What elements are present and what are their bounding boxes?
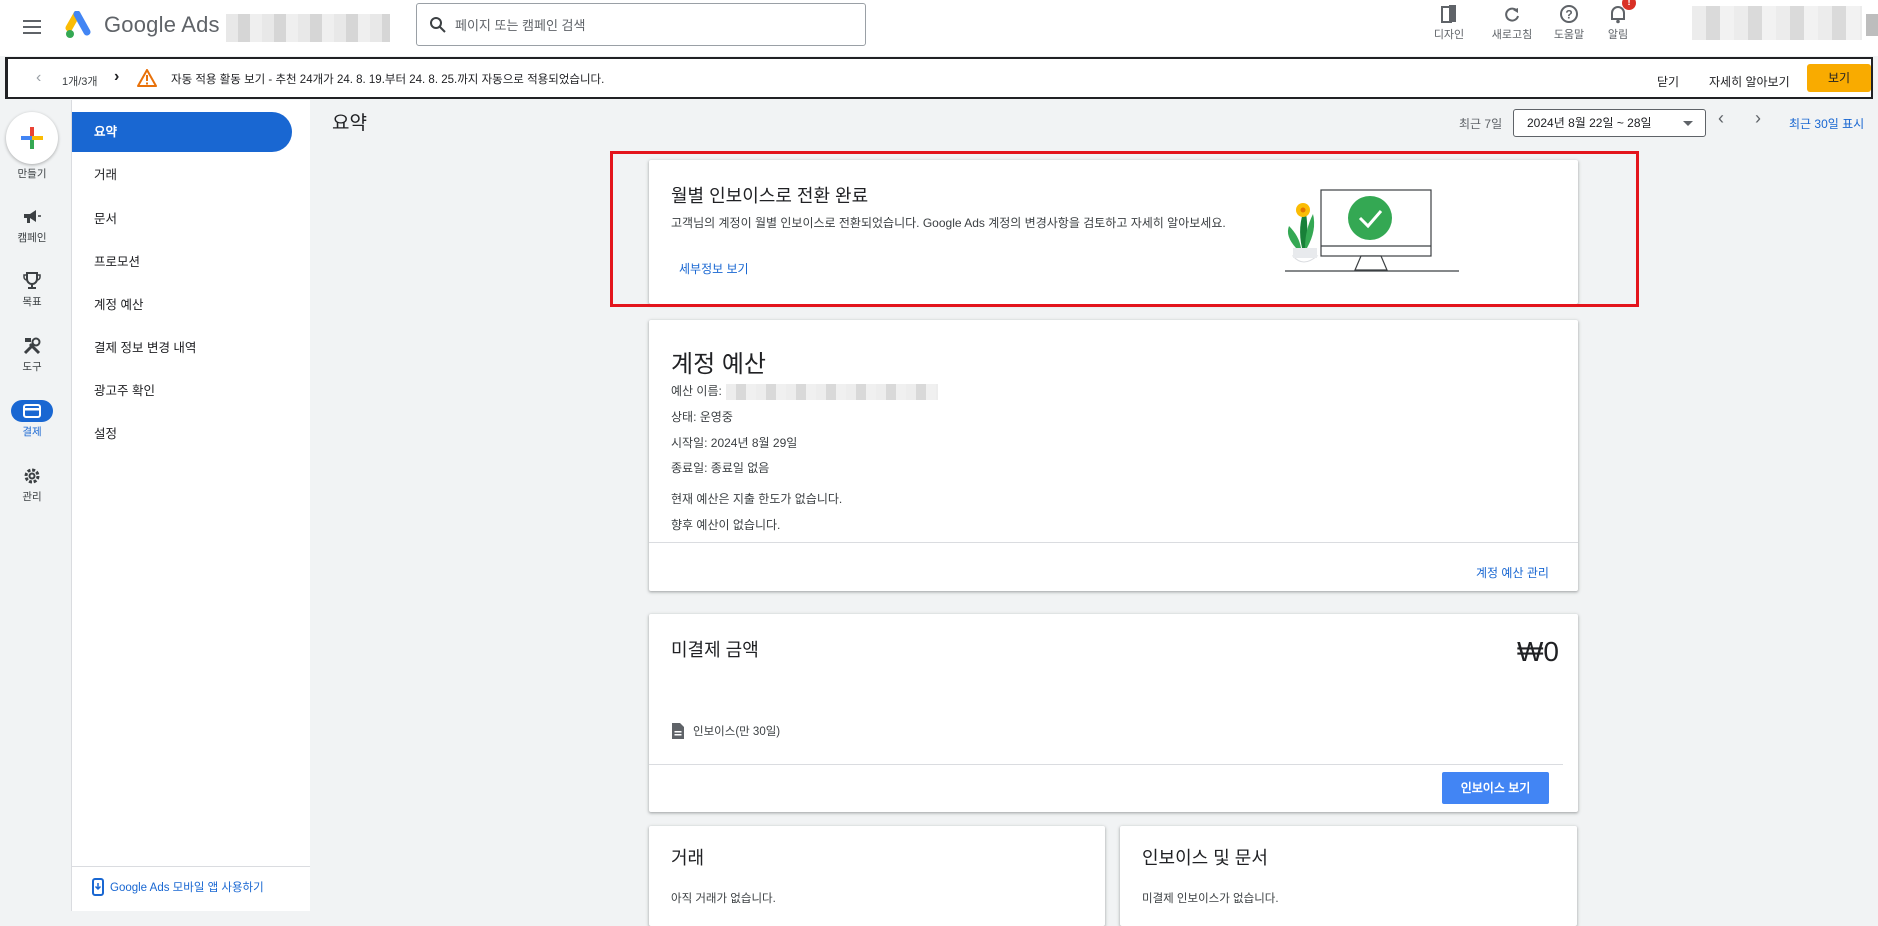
budget-start-date: 시작일: 2024년 8월 29일 — [671, 436, 798, 450]
plus-icon — [21, 127, 43, 149]
account-budget-card: 계정 예산 예산 이름: 상태: 운영중 시작일: 2024년 8월 29일 종… — [649, 320, 1578, 591]
megaphone-icon — [24, 210, 41, 223]
rail-label-goals: 목표 — [22, 296, 42, 308]
google-ads-logo-icon — [65, 11, 91, 38]
transactions-empty-text: 아직 거래가 없습니다. — [671, 893, 776, 905]
budget-end-date: 종료일: 종료일 없음 — [671, 461, 770, 475]
refresh-label: 새로고침 — [1491, 29, 1533, 41]
sidebar-divider — [72, 866, 310, 867]
rail-label-admin: 관리 — [22, 491, 42, 503]
transactions-title: 거래 — [671, 848, 705, 868]
mobile-app-label: Google Ads 모바일 앱 사용하기 — [110, 882, 264, 894]
invoices-empty-text: 미결제 인보이스가 없습니다. — [1142, 893, 1279, 905]
sidebar-item-settings[interactable]: 설정 — [72, 414, 292, 454]
invoice-terms-row: 인보이스(만 30일) — [671, 722, 780, 740]
menu-icon[interactable] — [20, 14, 46, 40]
invoices-documents-card: 인보이스 및 문서 미결제 인보이스가 없습니다. — [1120, 826, 1577, 926]
rail-item-tools[interactable]: 도구 — [0, 335, 64, 374]
credit-card-icon — [23, 404, 41, 418]
rail-label-billing: 결제 — [22, 426, 42, 438]
budget-name-label: 예산 이름: — [671, 384, 722, 398]
mobile-app-link[interactable]: Google Ads 모바일 앱 사용하기 — [92, 878, 264, 896]
unpaid-amount: ₩0 — [1517, 636, 1559, 667]
budget-title: 계정 예산 — [671, 351, 766, 378]
unpaid-amount-card: 미결제 금액 ₩0 인보이스(만 30일) 인보이스 보기 — [649, 614, 1578, 812]
budget-note-limit: 현재 예산은 지출 한도가 없습니다. — [671, 492, 843, 506]
document-icon — [672, 723, 684, 739]
date-range-select[interactable]: 2024년 8월 22일 ~ 28일 — [1513, 109, 1706, 137]
budget-status: 상태: 운영중 — [671, 410, 733, 424]
highlight-box — [610, 151, 1639, 307]
notification-badge: ! — [1622, 0, 1636, 10]
rail-item-goals[interactable]: 목표 — [0, 270, 64, 309]
sidebar-item-advertiser-verification[interactable]: 광고주 확인 — [72, 371, 292, 411]
date-range-value: 2024년 8월 22일 ~ 28일 — [1527, 116, 1652, 130]
create-button[interactable] — [6, 112, 58, 164]
unpaid-divider — [649, 764, 1563, 765]
user-account-redacted[interactable] — [1692, 6, 1862, 40]
sidebar-item-documents[interactable]: 문서 — [72, 199, 292, 239]
budget-name-row: 예산 이름: — [671, 382, 938, 400]
sidebar-item-promotions[interactable]: 프로모션 — [72, 242, 292, 282]
budget-name-redacted — [725, 383, 938, 400]
rail-item-billing[interactable]: 결제 — [0, 400, 64, 439]
manage-budget-link[interactable]: 계정 예산 관리 — [1476, 564, 1549, 581]
chevron-left-icon[interactable]: ‹ — [36, 69, 41, 87]
rail-item-campaigns[interactable]: 캠페인 — [0, 206, 64, 245]
page-title: 요약 — [332, 113, 367, 134]
rail-item-admin[interactable]: 관리 — [0, 465, 64, 504]
invoices-title: 인보이스 및 문서 — [1142, 848, 1268, 868]
design-button[interactable]: 디자인 — [1419, 2, 1479, 46]
search-icon — [430, 17, 446, 33]
invoice-terms-label: 인보이스(만 30일) — [693, 726, 781, 738]
sidebar-item-summary[interactable]: 요약 — [72, 112, 292, 152]
account-name-redacted[interactable] — [226, 14, 390, 42]
brand-name: Google Ads — [104, 12, 220, 37]
sidebar-item-transactions[interactable]: 거래 — [72, 155, 292, 195]
view-invoices-button[interactable]: 인보이스 보기 — [1442, 772, 1549, 804]
warning-icon — [137, 69, 157, 87]
budget-note-future: 향후 예산이 없습니다. — [671, 518, 781, 532]
unpaid-title: 미결제 금액 — [671, 640, 759, 660]
trophy-icon — [23, 272, 41, 289]
notice-learn-more-link[interactable]: 자세히 알아보기 — [1709, 73, 1790, 90]
create-label: 만들기 — [17, 168, 47, 180]
help-icon: ? — [1560, 5, 1578, 23]
tools-icon — [23, 337, 41, 355]
sidebar-item-billing-history[interactable]: 결제 정보 변경 내역 — [72, 328, 292, 368]
budget-divider — [649, 542, 1578, 543]
date-range-label: 최근 7일 — [1459, 117, 1503, 131]
rail-label-tools: 도구 — [22, 361, 42, 373]
notice-message: 자동 적용 활동 보기 - 추천 24개가 24. 8. 19.부터 24. 8… — [171, 74, 605, 86]
design-icon — [1441, 5, 1456, 23]
search-box[interactable] — [416, 3, 866, 46]
design-label: 디자인 — [1433, 29, 1465, 41]
date-prev-icon[interactable]: ‹ — [1718, 108, 1724, 129]
search-input[interactable] — [453, 12, 853, 38]
top-app-bar: Google Ads 디자인 새로고침 ? 도움말 ! 알림 — [0, 0, 1878, 56]
rail-active-indicator — [11, 400, 53, 422]
refresh-button[interactable]: 새로고침 — [1482, 2, 1542, 46]
notice-close-button[interactable]: 닫기 — [1657, 73, 1679, 90]
notifications-label: 알림 — [1607, 29, 1629, 41]
sidebar-item-account-budget[interactable]: 계정 예산 — [72, 285, 292, 325]
chevron-right-icon[interactable]: › — [114, 68, 119, 86]
date-next-icon[interactable]: › — [1755, 108, 1761, 129]
notifications-button[interactable]: ! 알림 — [1588, 0, 1648, 46]
rail-label-campaigns: 캠페인 — [17, 232, 47, 244]
refresh-icon — [1505, 7, 1519, 22]
gear-icon — [24, 468, 40, 484]
transactions-card: 거래 아직 거래가 없습니다. — [649, 826, 1105, 926]
svg-text:?: ? — [1565, 8, 1572, 22]
auto-apply-notice-bar: ‹ 1개/3개 › 자동 적용 활동 보기 - 추천 24개가 24. 8. 1… — [5, 57, 1873, 99]
nav-rail: 만들기 캠페인 목표 도구 결제 관리 — [0, 100, 72, 911]
user-avatar-redacted[interactable] — [1866, 14, 1878, 36]
billing-sidebar: 요약 거래 문서 프로모션 계정 예산 결제 정보 변경 내역 광고주 확인 설… — [72, 100, 310, 911]
phone-icon — [92, 878, 104, 896]
dropdown-arrow-icon — [1683, 121, 1693, 126]
last-30-days-link[interactable]: 최근 30일 표시 — [1789, 115, 1864, 132]
notice-view-button[interactable]: 보기 — [1807, 64, 1871, 92]
notice-pager: 1개/3개 — [62, 76, 98, 88]
